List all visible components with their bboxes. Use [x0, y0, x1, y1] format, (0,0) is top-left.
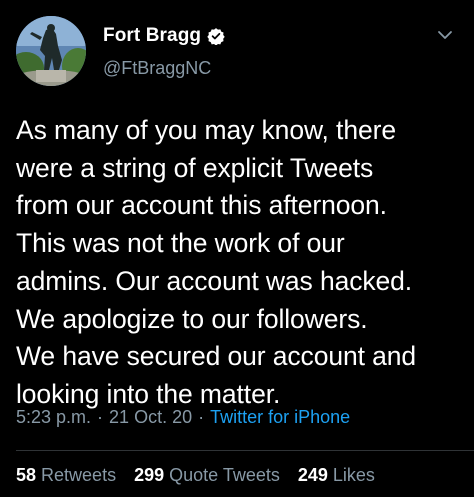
- engagement-stats: 58 Retweets 299 Quote Tweets 249 Likes: [16, 465, 393, 486]
- meta-separator: ·: [198, 407, 205, 427]
- meta-separator: ·: [97, 407, 104, 427]
- tweet-source-link[interactable]: Twitter for iPhone: [210, 407, 350, 428]
- likes-stat[interactable]: 249 Likes: [298, 465, 375, 486]
- display-name[interactable]: Fort Bragg: [103, 25, 201, 47]
- chevron-down-icon[interactable]: [436, 26, 454, 44]
- tweet-meta: 5:23 p.m. · 21 Oct. 20 · Twitter for iPh…: [16, 407, 350, 428]
- avatar[interactable]: [16, 16, 86, 86]
- name-row: Fort Bragg: [103, 25, 225, 47]
- account-handle[interactable]: @FtBraggNC: [103, 58, 211, 79]
- likes-label: Likes: [332, 465, 375, 485]
- retweets-stat[interactable]: 58 Retweets: [16, 465, 116, 486]
- tweet-text: As many of you may know, there were a st…: [16, 115, 417, 409]
- quote-tweets-label: Quote Tweets: [169, 465, 280, 485]
- quote-tweets-stat[interactable]: 299 Quote Tweets: [134, 465, 280, 486]
- tweet-date[interactable]: 21 Oct. 20: [109, 407, 192, 428]
- tweet-card: Fort Bragg @FtBraggNC As many of you may…: [0, 0, 474, 497]
- divider: [16, 450, 474, 451]
- verified-badge-icon: [207, 27, 225, 46]
- retweets-label: Retweets: [41, 465, 117, 485]
- tweet-time[interactable]: 5:23 p.m.: [16, 407, 91, 428]
- quote-tweets-count: 299: [134, 465, 165, 485]
- likes-count: 249: [297, 465, 328, 485]
- retweets-count: 58: [16, 465, 37, 485]
- soldier-statue-avatar: [16, 16, 86, 86]
